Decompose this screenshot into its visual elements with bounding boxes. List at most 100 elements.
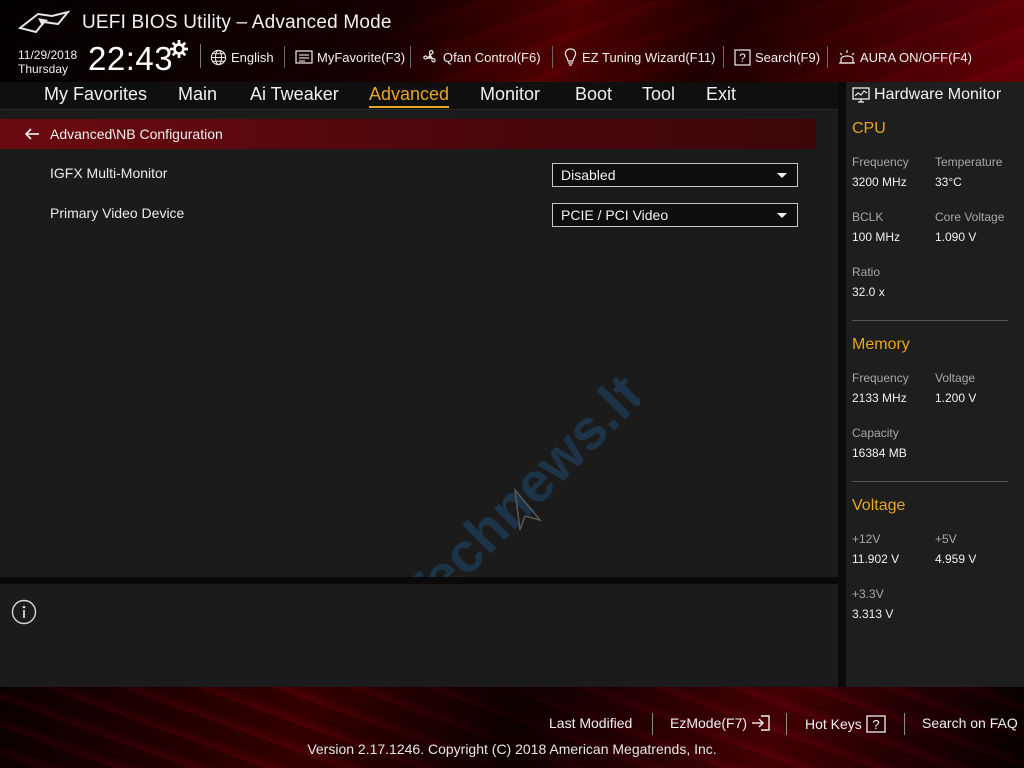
- hot-keys-button[interactable]: Hot Keys ?: [805, 715, 886, 733]
- globe-icon: [210, 49, 227, 65]
- toolbar-divider: [200, 44, 201, 68]
- igfx-multi-monitor-value: Disabled: [561, 167, 616, 183]
- my-favorite-label: MyFavorite(F3): [317, 49, 406, 65]
- tab-advanced[interactable]: Advanced: [369, 84, 450, 108]
- ezmode-label: EzMode(F7): [670, 715, 748, 731]
- back-arrow-icon[interactable]: [24, 128, 40, 140]
- igfx-multi-monitor-label: IGFX Multi-Monitor: [50, 165, 168, 181]
- qfan-control-button[interactable]: Qfan Control(F6): [421, 46, 541, 68]
- primary-video-device-value: PCIE / PCI Video: [561, 207, 669, 223]
- footer-divider: [904, 713, 905, 735]
- hardware-monitor-title: Hardware Monitor: [852, 86, 1001, 104]
- v33-value: 3.313 V: [852, 607, 894, 621]
- rog-logo-icon: [18, 10, 70, 34]
- footer-divider: [786, 713, 787, 735]
- v5-label: +5V: [935, 532, 957, 546]
- memory-frequency-value: 2133 MHz: [852, 391, 907, 405]
- tab-exit[interactable]: Exit: [706, 84, 736, 105]
- language-label: English: [231, 49, 274, 65]
- cpu-frequency-label: Frequency: [852, 155, 909, 169]
- main-menu-bar: My Favorites Main Ai Tweaker Advanced Mo…: [0, 82, 838, 110]
- tab-main[interactable]: Main: [178, 84, 217, 105]
- aura-toggle-button[interactable]: AURA ON/OFF(F4): [838, 46, 972, 68]
- memory-voltage-label: Voltage: [935, 371, 976, 385]
- toolbar-divider: [723, 46, 724, 68]
- language-button[interactable]: English: [210, 46, 274, 68]
- chevron-down-icon: [777, 213, 787, 218]
- svg-text:?: ?: [872, 717, 879, 732]
- breadcrumb: Advanced\NB Configuration: [0, 119, 816, 149]
- settings-gear-icon[interactable]: [170, 40, 188, 58]
- favorite-list-icon: [295, 49, 313, 64]
- version-text: Version 2.17.1246. Copyright (C) 2018 Am…: [307, 741, 717, 757]
- core-voltage-label: Core Voltage: [935, 210, 1005, 224]
- primary-video-device-select[interactable]: PCIE / PCI Video: [552, 203, 798, 227]
- footer-divider: [652, 713, 653, 735]
- search-on-faq-label: Search on FAQ: [922, 715, 1018, 731]
- date-display: 11/29/2018: [18, 48, 78, 62]
- monitor-icon: [852, 87, 870, 103]
- day-display: Thursday: [18, 62, 69, 76]
- hot-keys-label: Hot Keys: [805, 716, 862, 732]
- search-button[interactable]: ? Search(F9): [734, 46, 820, 68]
- hardware-monitor-panel: Hardware Monitor CPU Frequency Temperatu…: [846, 82, 1024, 687]
- app-title: UEFI BIOS Utility – Advanced Mode: [82, 12, 392, 33]
- breadcrumb-path: Advanced\NB Configuration: [50, 126, 223, 142]
- v12-value: 11.902 V: [852, 552, 900, 566]
- panel-divider: [0, 577, 838, 584]
- memory-capacity-value: 16384 MB: [852, 446, 907, 460]
- toolbar-divider: [827, 46, 828, 68]
- core-voltage-value: 1.090 V: [935, 230, 977, 244]
- help-search-icon: ?: [734, 48, 751, 66]
- cpu-heading: CPU: [852, 120, 886, 137]
- memory-capacity-label: Capacity: [852, 426, 899, 440]
- ez-tuning-wizard-button[interactable]: EZ Tuning Wizard(F11): [563, 46, 715, 68]
- ratio-value: 32.0 x: [852, 285, 885, 299]
- toolbar-divider: [284, 46, 285, 68]
- igfx-multi-monitor-select[interactable]: Disabled: [552, 163, 798, 187]
- time-display[interactable]: 22:43: [88, 40, 173, 78]
- aura-toggle-label: AURA ON/OFF(F4): [860, 49, 972, 65]
- hardware-monitor-label: Hardware Monitor: [874, 86, 1002, 103]
- lightbulb-icon: [564, 48, 577, 66]
- voltage-heading: Voltage: [852, 497, 906, 514]
- svg-text:?: ?: [739, 51, 746, 65]
- toolbar-divider: [552, 46, 553, 68]
- primary-video-device-label: Primary Video Device: [50, 205, 185, 221]
- info-icon: [11, 599, 37, 625]
- monitor-gutter: [838, 82, 846, 687]
- settings-panel: Advanced\NB Configuration IGFX Multi-Mon…: [0, 110, 838, 630]
- monitor-divider: [852, 481, 1008, 482]
- exit-to-ezmode-icon: [752, 715, 770, 731]
- tab-monitor[interactable]: Monitor: [480, 84, 540, 105]
- v12-label: +12V: [852, 532, 881, 546]
- monitor-divider: [852, 320, 1008, 321]
- cpu-temperature-value: 33°C: [935, 175, 962, 189]
- v5-value: 4.959 V: [935, 552, 977, 566]
- toolbar-divider: [410, 46, 411, 68]
- bclk-value: 100 MHz: [852, 230, 901, 244]
- top-header: UEFI BIOS Utility – Advanced Mode 11/29/…: [0, 0, 1024, 82]
- tab-boot[interactable]: Boot: [575, 84, 612, 105]
- bclk-label: BCLK: [852, 210, 884, 224]
- chevron-down-icon: [777, 173, 787, 178]
- memory-frequency-label: Frequency: [852, 371, 909, 385]
- last-modified-label: Last Modified: [549, 715, 633, 731]
- tab-tool[interactable]: Tool: [642, 84, 675, 105]
- last-modified-button[interactable]: Last Modified: [549, 715, 632, 731]
- ez-tuning-wizard-label: EZ Tuning Wizard(F11): [582, 49, 716, 65]
- footer-bar: Last Modified EzMode(F7) Hot Keys ? Sear…: [0, 687, 1024, 768]
- search-on-faq-button[interactable]: Search on FAQ: [922, 715, 1018, 731]
- ezmode-button[interactable]: EzMode(F7): [670, 715, 771, 731]
- my-favorite-button[interactable]: MyFavorite(F3): [295, 46, 405, 68]
- v33-label: +3.3V: [852, 587, 884, 601]
- ratio-label: Ratio: [852, 265, 881, 279]
- tab-my-favorites[interactable]: My Favorites: [44, 84, 147, 105]
- qfan-control-label: Qfan Control(F6): [443, 49, 541, 65]
- help-question-icon: ?: [866, 715, 886, 733]
- cpu-frequency-value: 3200 MHz: [852, 175, 907, 189]
- fan-icon: [423, 49, 436, 63]
- cpu-temperature-label: Temperature: [935, 155, 1003, 169]
- help-info-panel: [0, 584, 838, 687]
- tab-ai-tweaker[interactable]: Ai Tweaker: [250, 84, 339, 105]
